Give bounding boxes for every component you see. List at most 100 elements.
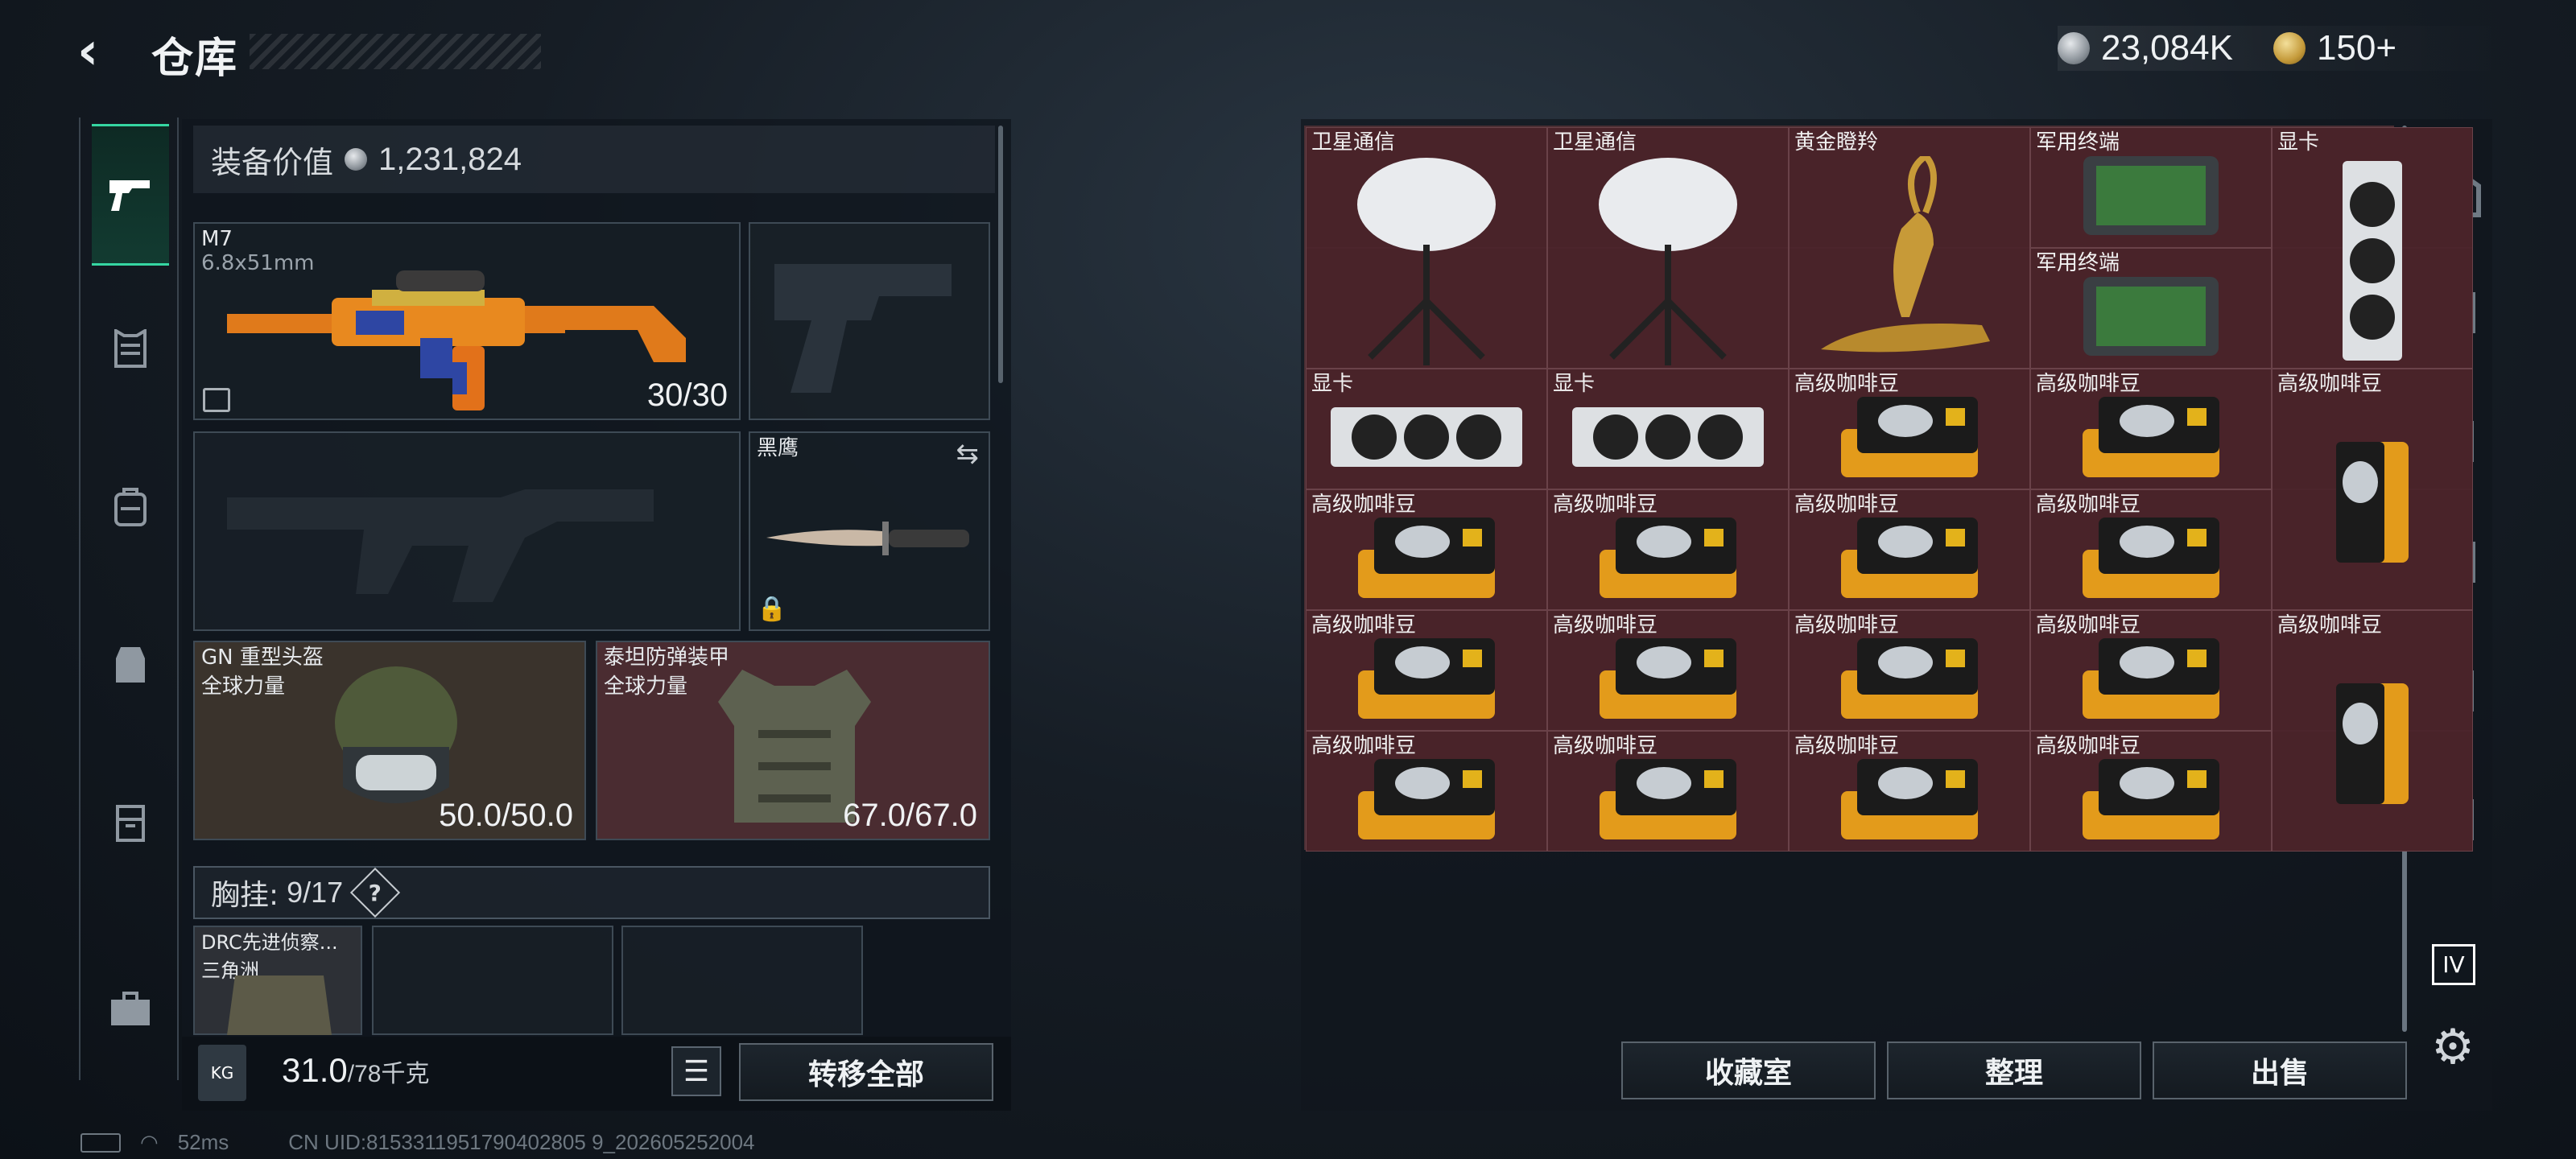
gear-icon: ⚙	[2431, 1019, 2475, 1075]
list-view-button[interactable]: ☰	[671, 1046, 721, 1096]
stash-item[interactable]: 高级咖啡豆	[1789, 489, 2030, 610]
stash-item[interactable]: 高级咖啡豆	[1547, 489, 1789, 610]
stash-item[interactable]: 高级咖啡豆	[2272, 369, 2473, 610]
coffee-bean-bag-image	[1591, 630, 1744, 730]
currency-bar: 23,084K 150+	[2058, 26, 2508, 71]
chest-rig-item-slot[interactable]: DRC先进侦察... 三角洲	[193, 926, 362, 1035]
stash-item[interactable]: 高级咖啡豆	[1789, 369, 2030, 489]
category-backpack[interactable]	[92, 436, 169, 578]
coffee-bean-bag-image	[2074, 389, 2227, 489]
chest-rig-capacity: 9/17	[287, 876, 344, 909]
graphics-card-image	[1326, 401, 1527, 476]
pistol-icon	[109, 180, 150, 211]
stash-item-name: 军用终端	[2036, 251, 2120, 275]
ammo-count: 30/30	[646, 377, 728, 413]
status-bar: ◠ 52ms CN UID:8153311951790402805 9_2026…	[80, 1130, 755, 1155]
stash-item-name: 卫星通信	[1311, 130, 1396, 155]
attachment-off-icon	[203, 388, 230, 412]
chest-rig-icon	[116, 647, 145, 683]
category-armor[interactable]	[92, 278, 169, 420]
container-tab-iv-crate[interactable]: IV	[2421, 932, 2486, 996]
stash-item[interactable]: 卫星通信	[1547, 127, 1789, 369]
stash-item[interactable]: 高级咖啡豆	[1547, 731, 1789, 852]
stash-item[interactable]: 高级咖啡豆	[2272, 610, 2473, 852]
military-terminal-image	[2079, 151, 2223, 243]
help-button[interactable]: ?	[350, 867, 401, 918]
knife-image	[766, 522, 969, 555]
chest-rig-empty-slot[interactable]	[621, 926, 863, 1035]
stash-item[interactable]: 高级咖啡豆	[1306, 489, 1547, 610]
stash-item[interactable]: 高级咖啡豆	[1306, 610, 1547, 731]
satellite-dish-image	[1579, 156, 1757, 368]
secondary-weapon-slot-empty[interactable]	[193, 431, 741, 631]
chest-rig-bar[interactable]: 胸挂: 9/17 ?	[193, 866, 990, 919]
stash-item[interactable]: 黄金瞪羚	[1789, 127, 2030, 369]
category-weapons[interactable]	[92, 124, 169, 266]
stash-item[interactable]: 卫星通信	[1306, 127, 1547, 369]
stash-item-name: 高级咖啡豆	[1794, 372, 1900, 396]
stash-item-name: 高级咖啡豆	[2277, 372, 2383, 396]
graphics-card-image	[1567, 401, 1769, 476]
stash-item-name: 卫星通信	[1553, 130, 1637, 155]
stash-item[interactable]: 军用终端	[2030, 127, 2272, 248]
equipment-scrollbar[interactable]	[998, 126, 1003, 383]
stash-item[interactable]: 高级咖啡豆	[1547, 610, 1789, 731]
coffee-bean-bag-image	[1350, 630, 1503, 730]
category-briefcase[interactable]	[92, 938, 169, 1080]
helmet-slot[interactable]: GN 重型头盔 全球力量 50.0/50.0	[193, 641, 586, 840]
pistol-placeholder-icon	[774, 264, 952, 393]
coffee-bean-bag-image	[1833, 751, 1986, 851]
equipment-value-label: 装备价值	[211, 144, 334, 180]
coffee-bean-bag-image	[1591, 509, 1744, 609]
stash-item[interactable]: 高级咖啡豆	[2030, 610, 2272, 731]
weapon-name: M7	[201, 227, 233, 251]
satellite-dish-image	[1338, 156, 1515, 368]
coffee-bean-bag-image	[1833, 509, 1986, 609]
stash-item-name: 高级咖啡豆	[1553, 493, 1658, 517]
sell-button[interactable]: 出售	[2153, 1041, 2407, 1099]
stash-item[interactable]: 高级咖啡豆	[2030, 731, 2272, 852]
stash-item[interactable]: 高级咖啡豆	[1306, 731, 1547, 852]
stash-item-name: 高级咖啡豆	[1553, 613, 1658, 637]
category-chest-rig[interactable]	[92, 594, 169, 736]
stash-item[interactable]: 高级咖啡豆	[2030, 369, 2272, 489]
settings-button[interactable]: ⚙	[2425, 1019, 2481, 1075]
primary-weapon-slot[interactable]: M7 6.8x51mm 30/30	[193, 222, 741, 420]
armor-slot[interactable]: 泰坦防弹装甲 全球力量 67.0/67.0	[596, 641, 990, 840]
chest-rig-image	[227, 975, 332, 1035]
stash-item-name: 军用终端	[2036, 130, 2120, 155]
chest-rig-label: 胸挂:	[211, 879, 279, 912]
silver-balance: 23,084K	[2101, 28, 2233, 68]
military-terminal-image	[2079, 272, 2223, 364]
coffee-bean-bag-image	[2328, 434, 2417, 574]
stash-item[interactable]: 显卡	[1306, 369, 1547, 489]
silver-coin-icon	[2058, 32, 2090, 64]
stash-item[interactable]: 高级咖啡豆	[2030, 489, 2272, 610]
uid-readout: CN UID:8153311951790402805 9_20260525200…	[288, 1130, 755, 1154]
transfer-all-button[interactable]: 转移全部	[739, 1043, 993, 1101]
armor-owner: 全球力量	[604, 674, 688, 699]
armor-durability: 67.0/67.0	[843, 798, 977, 833]
coffee-bean-bag-image	[2074, 751, 2227, 851]
back-button[interactable]: ‹	[77, 23, 129, 80]
title-stripe-decoration	[250, 34, 541, 69]
swap-icon[interactable]: ⇆	[956, 438, 980, 470]
stash-item-name: 高级咖啡豆	[1553, 734, 1658, 758]
chest-rig-empty-slot[interactable]	[372, 926, 613, 1035]
stash-item[interactable]: 高级咖啡豆	[1789, 731, 2030, 852]
stash-item-name: 高级咖啡豆	[1311, 493, 1417, 517]
collection-room-button[interactable]: 收藏室	[1621, 1041, 1876, 1099]
stash-item[interactable]: 显卡	[1547, 369, 1789, 489]
stash-item[interactable]: 高级咖啡豆	[1789, 610, 2030, 731]
help-icon: ?	[369, 879, 382, 906]
sort-button[interactable]: 整理	[1887, 1041, 2141, 1099]
category-container[interactable]	[92, 752, 169, 893]
ping-readout: 52ms	[177, 1130, 229, 1154]
stash-item[interactable]: 军用终端	[2030, 248, 2272, 369]
stash-item[interactable]: 显卡	[2272, 127, 2473, 369]
pistol-slot-empty[interactable]	[749, 222, 990, 420]
melee-slot[interactable]: 黑鹰 ⇆ 🔒	[749, 431, 990, 631]
graphics-card-image	[2336, 156, 2409, 368]
stash-item-name: 高级咖啡豆	[1311, 734, 1417, 758]
coffee-bean-bag-image	[2074, 509, 2227, 609]
